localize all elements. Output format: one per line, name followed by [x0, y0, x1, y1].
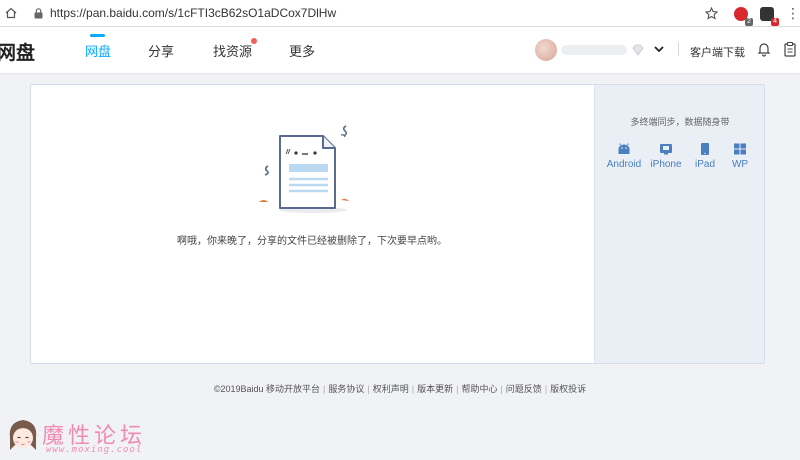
bell-icon[interactable]: [756, 41, 772, 57]
footer-link[interactable]: 版本更新: [417, 384, 453, 394]
android-icon: [618, 143, 630, 154]
footer-link[interactable]: 权利声明: [373, 384, 409, 394]
platform-iphone[interactable]: iPhone: [645, 143, 687, 170]
diamond-icon[interactable]: [631, 43, 645, 57]
footer-separator: |: [544, 384, 548, 394]
platform-label: WP: [731, 159, 749, 170]
username-blurred[interactable]: [561, 45, 627, 55]
page-footer: ©2019Baidu 移动开放平台 | 服务协议 | 权利声明 | 版本更新 | 帮助中心 | 问题…: [0, 382, 800, 395]
multi-device-sidebar: 多终端同步，数据随身带 Android iPhone iPad WP: [594, 85, 764, 363]
browser-address-bar: https://pan.baidu.com/s/1cFTI3cB62sO1aDC…: [0, 0, 800, 27]
ipad-icon: [701, 143, 709, 155]
nav-item-find-resources[interactable]: 找资源: [213, 41, 252, 60]
copyright-text: ©2019Baidu: [213, 384, 264, 394]
logo-text[interactable]: 网盘: [0, 38, 35, 65]
avatar[interactable]: [535, 39, 557, 61]
client-download-link[interactable]: 客户端下载: [690, 44, 745, 60]
platform-label: Android: [606, 159, 642, 170]
url-text[interactable]: https://pan.baidu.com/s/1cFTI3cB62sO1aDC…: [50, 6, 336, 20]
footer-separator: |: [456, 384, 459, 394]
windows-icon: [734, 143, 746, 155]
nav-item-netdisk[interactable]: 网盘: [85, 41, 111, 60]
nav-item-more[interactable]: 更多: [289, 41, 315, 60]
footer-separator: |: [500, 384, 503, 394]
platform-label: iPhone: [650, 159, 682, 170]
chevron-down-icon[interactable]: [652, 42, 666, 56]
iphone-icon: [660, 144, 672, 155]
red-extension-icon[interactable]: 2: [734, 6, 753, 26]
browser-menu-icon[interactable]: ⋮: [786, 0, 800, 27]
extension-badge: 2: [745, 17, 753, 26]
footer-separator: |: [367, 384, 370, 394]
platform-wp[interactable]: WP: [719, 143, 761, 170]
anime-girl-icon: [6, 416, 40, 454]
platform-android[interactable]: Android: [603, 143, 645, 170]
file-deleted-message: 啊哦，你来晚了，分享的文件已经被删除了，下次要早点哟。: [177, 236, 447, 247]
footer-link[interactable]: 问题反馈: [506, 384, 542, 394]
header-divider: [678, 42, 679, 56]
site-header: 网盘 网盘 分享 找资源 更多: [0, 27, 800, 73]
footer-link[interactable]: 移动开放平台: [266, 384, 320, 394]
footer-separator: |: [411, 384, 415, 394]
footer-link[interactable]: 服务协议: [328, 384, 364, 394]
footer-link[interactable]: 版权投诉: [550, 384, 586, 394]
deleted-file-illustration: [255, 118, 365, 218]
bookmark-star-icon[interactable]: [700, 0, 722, 27]
home-icon[interactable]: [0, 0, 22, 27]
forum-watermark: 魔性论坛 www.moxing.cool: [4, 414, 174, 458]
lock-icon[interactable]: [30, 0, 46, 27]
watermark-url: www.moxing.cool: [46, 445, 143, 455]
footer-link[interactable]: 帮助中心: [461, 384, 497, 394]
active-nav-indicator: [90, 34, 105, 37]
footer-separator: |: [323, 384, 326, 394]
notification-dot: [251, 38, 257, 44]
dark-extension-icon[interactable]: 4: [760, 6, 779, 26]
sidebar-title: 多终端同步，数据随身带: [630, 117, 730, 127]
nav-item-share[interactable]: 分享: [148, 41, 174, 60]
extension-badge: 4: [771, 17, 779, 26]
clipboard-icon[interactable]: [782, 41, 798, 57]
